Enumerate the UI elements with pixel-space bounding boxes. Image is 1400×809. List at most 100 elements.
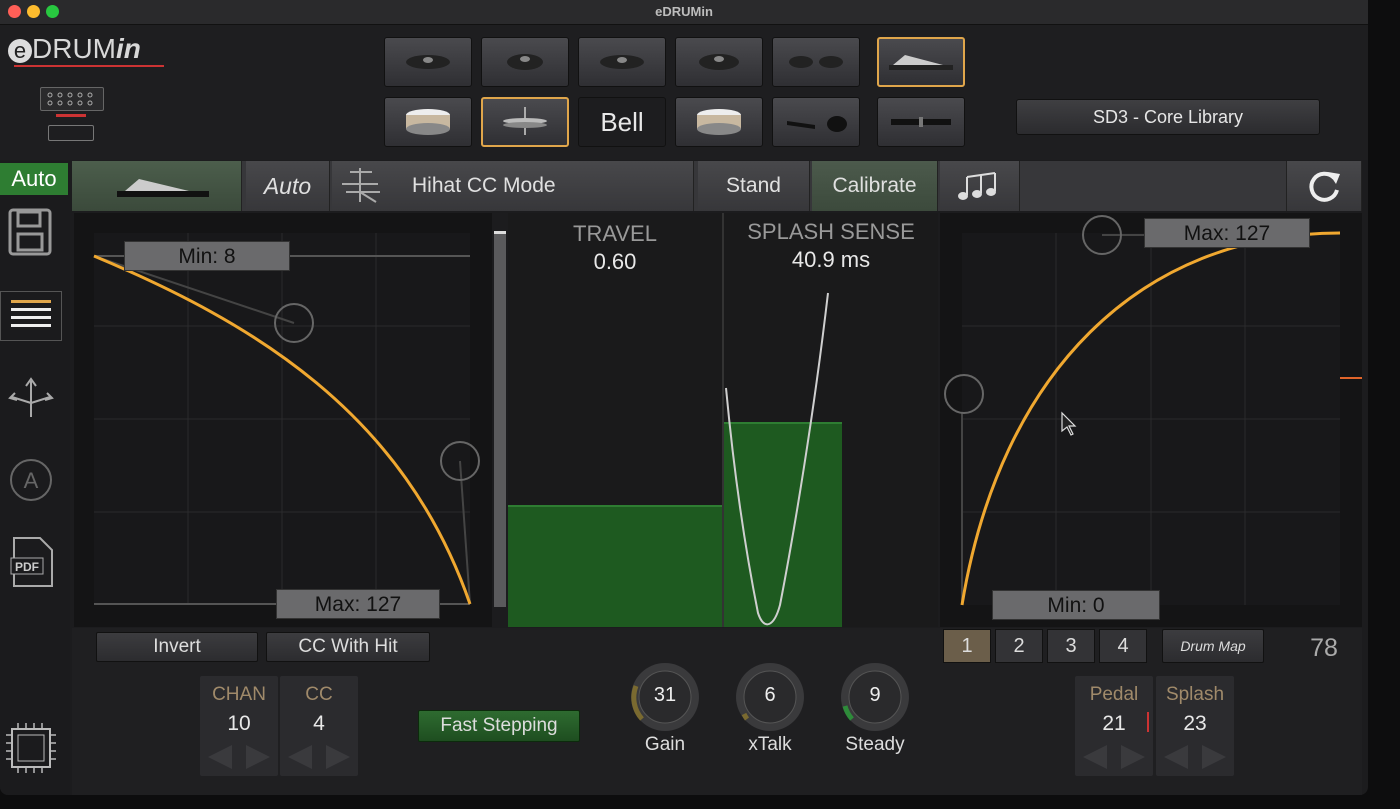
refresh-icon (1309, 171, 1340, 202)
splash-right-arrow-icon[interactable] (1196, 742, 1230, 777)
splash-note-stepper: Splash 23 (1156, 676, 1234, 776)
hihat-icon (503, 107, 547, 135)
pad-stick-trigger[interactable] (772, 97, 860, 147)
header: e DRUMin Bell SD3 - Core Library (0, 25, 1368, 160)
pedal-note-stepper: Pedal 21 (1075, 676, 1153, 776)
snare-icon (697, 109, 741, 135)
gain-knob[interactable]: 31 Gain (630, 662, 700, 755)
chan-stepper: CHAN 10 (200, 676, 278, 776)
auto-badge[interactable]: Auto (0, 163, 68, 195)
invert-button[interactable]: Invert (96, 632, 258, 662)
left-vertical-slider[interactable] (494, 233, 506, 607)
chan-value: 10 (227, 712, 251, 735)
hihat-cc-mode-selector[interactable]: Hihat CC Mode (332, 161, 694, 211)
window-title: eDRUMin (655, 4, 713, 19)
left-min-label[interactable]: Min: 8 (124, 241, 290, 271)
svg-text:PDF: PDF (15, 560, 39, 574)
right-curve-graph (944, 215, 1341, 606)
pad-cymbal-2[interactable] (481, 37, 569, 87)
connector-indicator (56, 114, 86, 117)
list-view-button[interactable] (0, 291, 62, 341)
pdf-icon[interactable]: PDF (8, 534, 56, 595)
zone-button-4[interactable]: 4 (1099, 629, 1147, 663)
cc-right-arrow-icon[interactable] (320, 742, 354, 777)
steady-knob[interactable]: 9 Steady (840, 662, 910, 755)
bottom-panel: Invert CC With Hit CHAN 10 CC 4 Fast Ste… (72, 628, 1362, 795)
routing-arrows-icon[interactable] (6, 373, 56, 428)
right-min-label[interactable]: Min: 0 (992, 590, 1160, 620)
cc-with-hit-button[interactable]: CC With Hit (266, 632, 430, 662)
chip-icon[interactable] (4, 721, 58, 780)
pad-hihat[interactable] (481, 97, 569, 147)
chan-left-arrow-icon[interactable] (204, 742, 238, 777)
toolbar: Auto Hihat CC Mode Stand Calibrate (72, 161, 1362, 211)
logo-e: e (8, 39, 32, 63)
pad-cymbal-3[interactable] (578, 37, 666, 87)
left-curve-graph (93, 233, 480, 605)
connector-icon (40, 87, 104, 111)
pad-cymbal-pair[interactable] (772, 37, 860, 87)
logo-in: in (116, 33, 141, 64)
splash-left-arrow-icon[interactable] (1160, 742, 1194, 777)
logo-drum: DRUM (32, 33, 116, 64)
stick-icon (787, 116, 847, 132)
double-cymbal-icon (789, 56, 843, 68)
pad-hihat-pedal[interactable] (877, 37, 965, 87)
hihat-cc-mode-label: Hihat CC Mode (412, 174, 556, 197)
pedal-right-arrow-icon[interactable] (1115, 742, 1149, 777)
pedal-left-arrow-icon[interactable] (1079, 742, 1113, 777)
pad-cymbal-4[interactable] (675, 37, 763, 87)
pedal-curve-right[interactable]: Max: 127 Min: 0 (940, 213, 1362, 627)
calibrate-button[interactable]: Calibrate (812, 161, 938, 211)
cymbal-icon (699, 54, 739, 70)
right-max-label[interactable]: Max: 127 (1144, 218, 1310, 248)
save-icon[interactable] (6, 206, 54, 261)
chan-label: CHAN (212, 684, 266, 705)
zone-button-1[interactable]: 1 (943, 629, 991, 663)
left-max-label[interactable]: Max: 127 (276, 589, 440, 619)
cc-label: CC (305, 684, 333, 705)
splash-sense-meter: SPLASH SENSE 40.9 ms (724, 213, 938, 627)
app-logo: e DRUMin (8, 33, 141, 65)
travel-fill (508, 505, 722, 627)
fast-stepping-toggle[interactable]: Fast Stepping (418, 710, 580, 742)
drum-map-button[interactable]: Drum Map (1162, 629, 1264, 663)
logo-underline (14, 65, 164, 67)
hihat-small-icon (342, 168, 380, 203)
zone-button-3[interactable]: 3 (1047, 629, 1095, 663)
auto-mode-button[interactable]: Auto (246, 161, 330, 211)
music-notes-button[interactable] (940, 161, 1020, 211)
pedal-indicator (1147, 712, 1149, 732)
hihat-pedal-tab[interactable] (72, 161, 242, 211)
cymbal-icon (406, 55, 450, 69)
chan-right-arrow-icon[interactable] (240, 742, 274, 777)
splash-note-label: Splash (1165, 684, 1225, 705)
stand-button[interactable]: Stand (698, 161, 810, 211)
pad-bell[interactable]: Bell (578, 97, 666, 147)
kit-selector-button[interactable]: SD3 - Core Library (1016, 99, 1320, 135)
pedal-value: 21 (1102, 712, 1126, 735)
list-icon (11, 300, 51, 327)
steady-value: 9 (869, 684, 881, 706)
xtalk-knob[interactable]: 6 xTalk (735, 662, 805, 755)
zone-button-2[interactable]: 2 (995, 629, 1043, 663)
cc-left-arrow-icon[interactable] (284, 742, 318, 777)
left-slider-handle[interactable] (494, 231, 506, 234)
pad-cymbal-1[interactable] (384, 37, 472, 87)
pad-snare-1[interactable] (384, 97, 472, 147)
reset-button[interactable] (1286, 161, 1362, 211)
pedal-curve-left[interactable]: Min: 8 Max: 127 (74, 213, 492, 627)
splash-note-value: 23 (1183, 712, 1207, 735)
port-icon (48, 125, 94, 141)
a-circle-icon[interactable]: A (8, 457, 54, 508)
travel-meter: TRAVEL 0.60 (508, 213, 722, 627)
xtalk-value: 6 (764, 684, 776, 706)
pad-bar-trigger[interactable] (877, 97, 965, 147)
right-level-marker (1340, 377, 1362, 379)
hihat-pedal-icon (116, 179, 209, 197)
pad-snare-2[interactable] (675, 97, 763, 147)
splash-waveform (725, 292, 829, 626)
readout-value: 78 (1310, 634, 1338, 662)
xtalk-label: xTalk (748, 734, 792, 755)
snare-icon (406, 109, 450, 135)
